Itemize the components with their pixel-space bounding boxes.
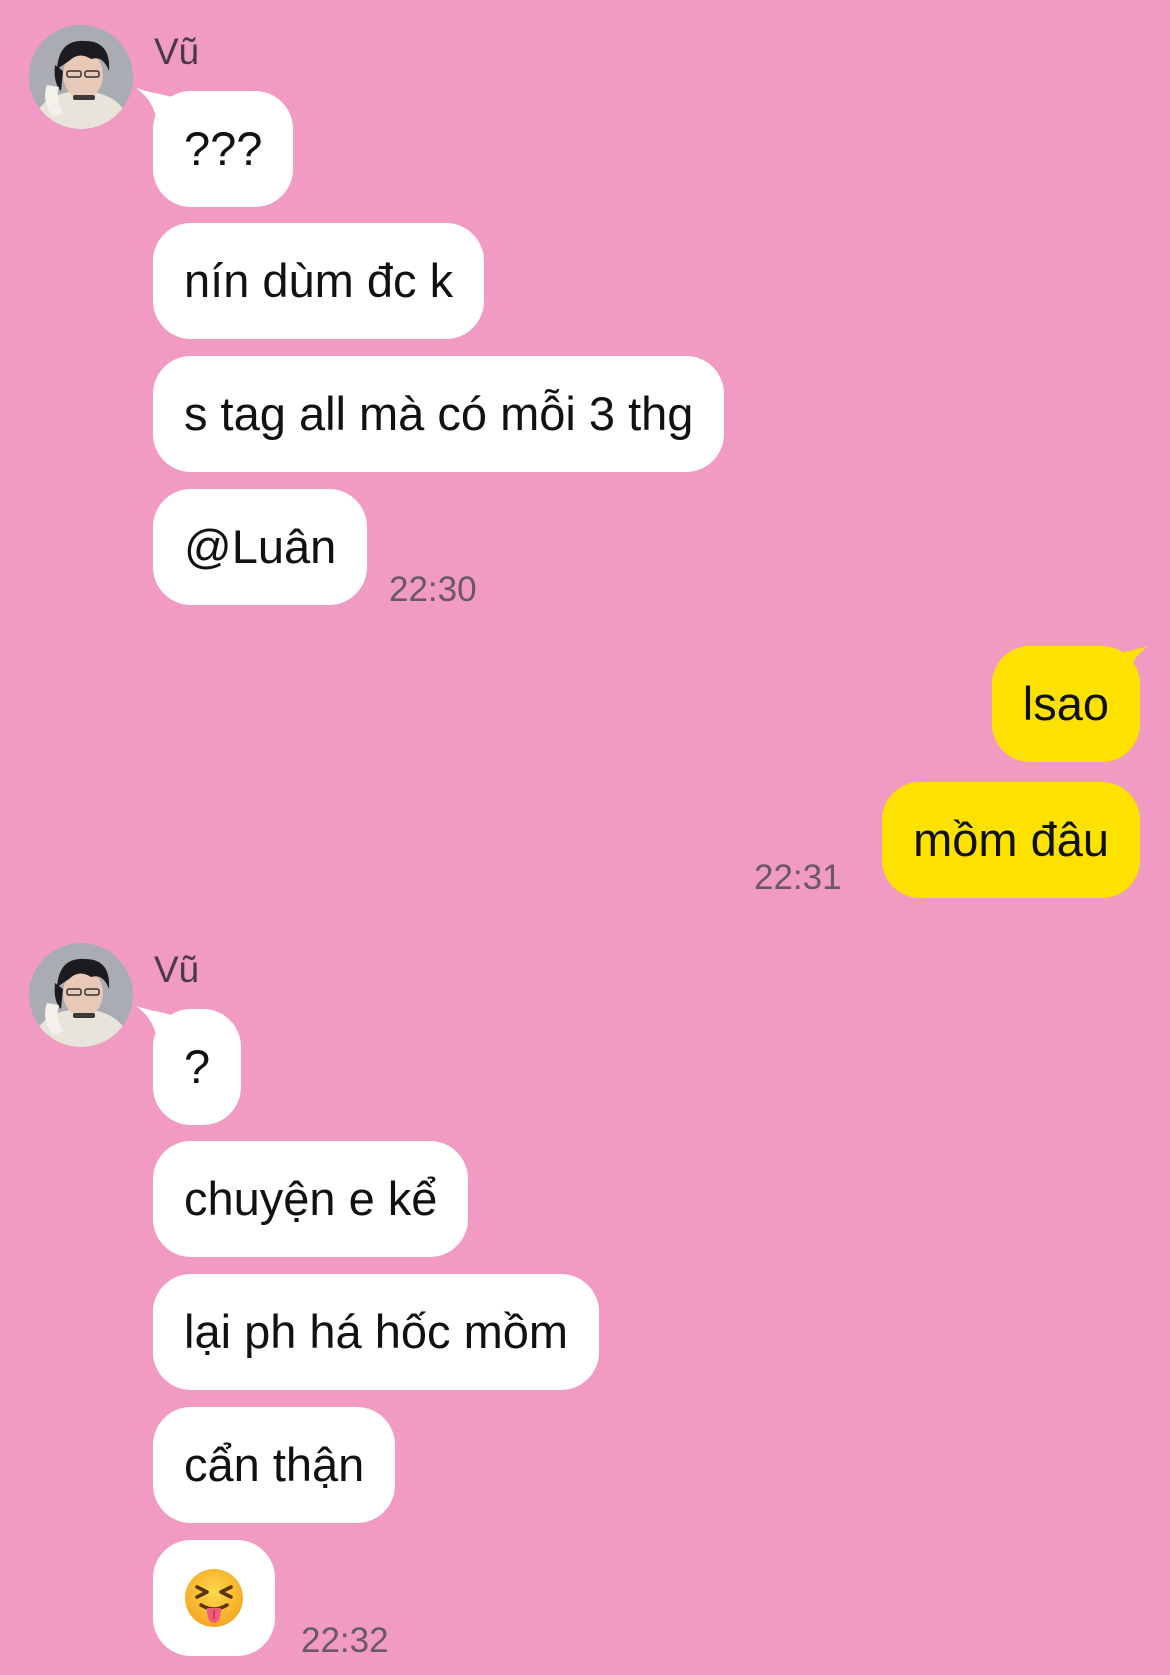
message-text: ? (184, 1040, 211, 1093)
sender-name: Vũ (154, 31, 200, 72)
message-text: cẩn thận (184, 1438, 365, 1491)
message-bubble[interactable]: mồm đâu (882, 782, 1140, 898)
message-bubble[interactable]: lsao (991, 646, 1140, 762)
message-text: mồm đâu (913, 813, 1109, 866)
sender-avatar[interactable] (29, 25, 133, 129)
sender-name: Vũ (154, 949, 200, 990)
message-text: lại ph há hốc mồm (184, 1305, 569, 1358)
message-text: lsao (1022, 677, 1109, 730)
profile-photo-icon (29, 25, 133, 129)
message-text: @Luân (184, 520, 337, 573)
message-timestamp: 22:30 (389, 570, 477, 609)
message-bubble[interactable]: chuyện e kể (153, 1141, 469, 1257)
message-bubble[interactable]: cẩn thận (153, 1407, 396, 1523)
message-bubble[interactable]: s tag all mà có mỗi 3 thg (153, 356, 725, 472)
message-bubble[interactable] (153, 1540, 275, 1656)
message-timestamp: 22:32 (301, 1621, 389, 1660)
squinting-face-with-tongue-icon (183, 1567, 245, 1629)
message-bubble[interactable]: ??? (153, 91, 294, 207)
sender-avatar[interactable] (29, 943, 133, 1047)
message-bubble[interactable]: ? (153, 1009, 242, 1125)
chat-thread[interactable]: Vũ ??? nín dùm đc k s tag all mà có mỗi … (0, 0, 1170, 1675)
message-timestamp: 22:31 (754, 858, 842, 897)
message-bubble[interactable]: @Luân (153, 489, 368, 605)
message-text: nín dùm đc k (184, 254, 454, 307)
message-text: s tag all mà có mỗi 3 thg (184, 387, 694, 440)
message-bubble[interactable]: nín dùm đc k (153, 223, 485, 339)
message-text: ??? (184, 122, 263, 175)
message-text: chuyện e kể (184, 1172, 438, 1225)
message-bubble[interactable]: lại ph há hốc mồm (153, 1274, 600, 1390)
profile-photo-icon (29, 943, 133, 1047)
